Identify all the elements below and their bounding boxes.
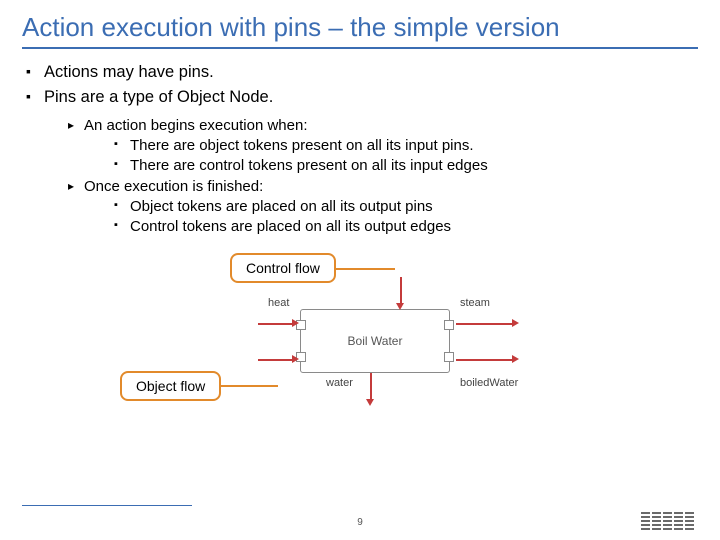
action-node: Boil Water [300,309,450,373]
callout-pointer [220,385,278,387]
l1-item: Actions may have pins. [26,63,698,82]
logo-stripe-icon [652,512,661,530]
l1-item: Pins are a type of Object Node. [26,88,698,107]
arrow-head-icon [396,303,404,310]
level1-list: Actions may have pins. Pins are a type o… [22,63,698,107]
arrow-head-icon [512,355,519,363]
pins-diagram: Control flow Object flow Boil Water heat… [100,253,620,423]
control-flow-arrow [370,373,372,401]
logo-stripe-icon [685,512,694,530]
logo-stripe-icon [663,512,672,530]
output-pin [444,352,454,362]
l3-item: Object tokens are placed on all its outp… [114,198,698,215]
l2-text: Once execution is finished: [84,178,263,195]
arrow-head-icon [512,319,519,327]
pin-label: steam [460,297,490,309]
callout-pointer [335,268,395,270]
page-number: 9 [357,517,363,528]
control-flow-arrow [400,277,402,305]
output-pin [444,320,454,330]
l2-text: An action begins execution when: [84,117,307,134]
arrow-head-icon [292,319,299,327]
l3-item: There are object tokens present on all i… [114,137,698,154]
l2-item: An action begins execution when: There a… [68,117,698,174]
pin-label: water [326,377,353,389]
pin-label: heat [268,297,289,309]
title-underline [22,47,698,49]
ibm-logo [641,512,694,530]
object-flow-arrow [258,323,294,325]
slide-title: Action execution with pins – the simple … [22,12,698,43]
l2-item: Once execution is finished: Object token… [68,178,698,235]
pin-label: boiledWater [460,377,518,389]
l3-item: There are control tokens present on all … [114,157,698,174]
object-flow-arrow [456,323,514,325]
control-flow-callout: Control flow [230,253,336,283]
level3-list: There are object tokens present on all i… [84,137,698,174]
object-flow-arrow [258,359,294,361]
level3-list: Object tokens are placed on all its outp… [84,198,698,235]
level2-list: An action begins execution when: There a… [22,117,698,235]
arrow-head-icon [366,399,374,406]
l3-item: Control tokens are placed on all its out… [114,218,698,235]
object-flow-arrow [456,359,514,361]
action-label: Boil Water [348,334,403,348]
logo-stripe-icon [641,512,650,530]
logo-stripe-icon [674,512,683,530]
object-flow-callout: Object flow [120,371,221,401]
arrow-head-icon [292,355,299,363]
footer-rule [22,505,192,506]
